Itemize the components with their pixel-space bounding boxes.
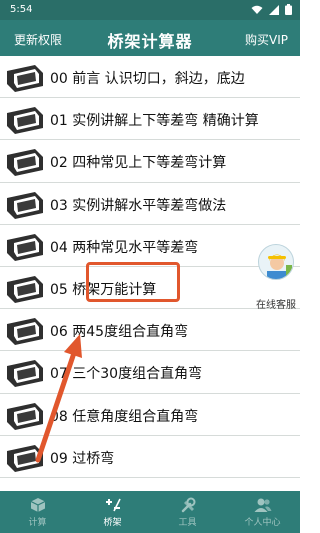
plus-minus-icon	[105, 498, 121, 512]
list-item-label: 02 四种常见上下等差弯计算	[50, 155, 227, 172]
tab-label: 计算	[28, 518, 47, 528]
support-label: 在线客服	[256, 300, 296, 311]
list-item[interactable]: 00 前言 认识切口，斜边，底边	[0, 56, 300, 99]
tab-bridge[interactable]: 桥架	[75, 491, 150, 533]
list-item[interactable]: 01 实例讲解上下等差弯 精确计算	[0, 98, 300, 141]
list-item[interactable]: 07 三个30度组合直角弯	[0, 351, 300, 394]
tab-calculate[interactable]: 计算	[0, 491, 75, 533]
list-item[interactable]: 09 过桥弯	[0, 435, 300, 478]
tab-label: 个人中心	[244, 518, 281, 528]
cable-tray-icon	[7, 402, 43, 430]
tab-label: 工具	[178, 518, 197, 528]
list-item[interactable]: 06 两45度组合直角弯	[0, 309, 300, 352]
tab-tools[interactable]: 工具	[150, 491, 225, 533]
list-item[interactable]: 02 四种常见上下等差弯计算	[0, 140, 300, 183]
list-item[interactable]: 04 两种常见水平等差弯	[0, 224, 300, 267]
cable-tray-icon	[7, 360, 43, 388]
list-item-label: 01 实例讲解上下等差弯 精确计算	[50, 113, 259, 130]
tools-icon	[181, 497, 195, 513]
status-time: 5:54	[10, 4, 33, 15]
cable-tray-icon	[7, 149, 43, 177]
wifi-icon	[251, 5, 263, 14]
status-bar: 5:54	[0, 0, 300, 20]
bottom-tab-bar: 计算 桥架 工具 个人中心	[0, 491, 300, 533]
cable-tray-icon	[7, 107, 43, 135]
cable-tray-icon	[7, 191, 43, 219]
highlight-box	[86, 262, 180, 302]
cube-icon	[30, 498, 45, 512]
list-item-label: 06 两45度组合直角弯	[50, 324, 189, 341]
cable-tray-icon	[7, 233, 43, 261]
tab-profile[interactable]: 个人中心	[225, 491, 300, 533]
list-item-label: 03 实例讲解水平等差弯做法	[50, 197, 227, 214]
battery-icon	[285, 4, 292, 15]
list-item-label: 04 两种常见水平等差弯	[50, 239, 199, 256]
list-item[interactable]: 03 实例讲解水平等差弯做法	[0, 182, 300, 225]
list-item-label: 07 三个30度组合直角弯	[50, 366, 203, 383]
user-icon	[254, 498, 271, 512]
cable-tray-icon	[7, 318, 43, 346]
app-bar: 更新权限 桥架计算器 购买VIP	[0, 20, 300, 56]
support-button[interactable]	[258, 244, 294, 280]
list-item-label: 08 任意角度组合直角弯	[50, 408, 199, 425]
cable-tray-icon	[7, 444, 43, 472]
buy-vip-button[interactable]: 购买VIP	[245, 31, 288, 48]
cable-tray-icon	[7, 275, 43, 303]
cable-tray-icon	[7, 65, 43, 92]
list-item-label: 09 过桥弯	[50, 450, 115, 467]
tab-label: 桥架	[103, 518, 122, 528]
signal-icon	[269, 4, 279, 15]
list-item[interactable]: 08 任意角度组合直角弯	[0, 393, 300, 436]
list-item-label: 00 前言 认识切口，斜边，底边	[50, 71, 245, 87]
